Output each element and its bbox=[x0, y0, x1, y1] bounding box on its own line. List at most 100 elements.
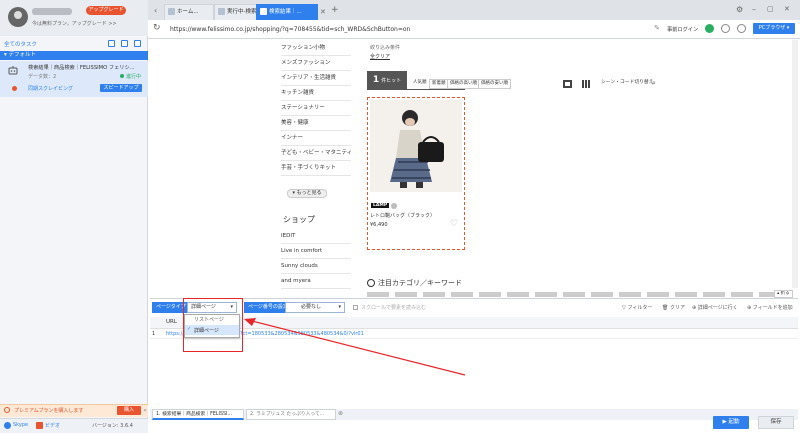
url-input[interactable]: https://www.felissimo.co.jp/shopping/?q=… bbox=[170, 26, 640, 33]
edit-icon[interactable]: ✎ bbox=[654, 24, 660, 32]
import-icon[interactable] bbox=[121, 40, 128, 47]
annotation-arrow bbox=[244, 318, 466, 376]
folder-default[interactable]: ▾ デフォルト bbox=[0, 51, 148, 60]
hit-count-badge: 1 件ヒット bbox=[367, 71, 407, 89]
page-icon bbox=[260, 8, 267, 15]
brand-logo: LAMP bbox=[371, 203, 390, 208]
close-icon[interactable]: ⊗ bbox=[338, 410, 343, 417]
avatar[interactable] bbox=[8, 7, 28, 27]
maximize-icon[interactable]: ▢ bbox=[767, 5, 774, 13]
save-button[interactable]: 保存 bbox=[758, 416, 794, 429]
product-price: ¥6,490 bbox=[370, 222, 388, 228]
list-view-icon[interactable] bbox=[582, 80, 591, 88]
info-icon bbox=[367, 279, 375, 287]
task-tab[interactable]: 2. ラミプリュス たっぷり入って... bbox=[246, 409, 336, 420]
show-more-button[interactable]: ▾ もっと見る bbox=[287, 189, 327, 198]
window-close-icon[interactable]: ✕ bbox=[784, 5, 790, 13]
tab-home[interactable]: ホーム... bbox=[164, 4, 214, 20]
export-icon[interactable] bbox=[134, 40, 141, 47]
page-icon bbox=[168, 8, 175, 15]
close-icon[interactable]: ✕ bbox=[143, 408, 147, 414]
username-blurred bbox=[32, 8, 72, 15]
hit-count: 1 bbox=[372, 75, 380, 85]
shop-item[interactable]: Live in comfort bbox=[281, 244, 351, 259]
clear-button[interactable]: 🗑 クリア bbox=[662, 304, 685, 311]
skype-icon bbox=[4, 422, 11, 429]
upgrade-button[interactable]: アップグレード bbox=[86, 6, 126, 15]
tab-label: ホーム... bbox=[177, 9, 199, 15]
shop-item[interactable]: IEDIT bbox=[281, 229, 351, 244]
settings-icon[interactable]: ⚙ bbox=[736, 5, 743, 14]
category-item[interactable]: インナー bbox=[281, 131, 351, 146]
sort-option[interactable]: 新着順 bbox=[429, 79, 449, 89]
back-arrow-icon[interactable]: ‹ bbox=[154, 6, 157, 15]
sort-option[interactable]: 価格の高い順 bbox=[447, 79, 480, 89]
minimize-icon[interactable]: – bbox=[752, 5, 756, 14]
plan-text[interactable]: 今は無料プラン，アップグレード >> bbox=[32, 20, 117, 27]
category-item[interactable]: キッチン雑貨 bbox=[281, 86, 351, 101]
running-status-dot bbox=[120, 74, 124, 78]
globe-icon[interactable] bbox=[721, 24, 730, 33]
add-field-label: フィールドを追加 bbox=[752, 305, 793, 311]
task-tab[interactable]: 1. 検索結果｜商品検索｜FELISSI... bbox=[152, 409, 244, 420]
fold-button[interactable]: ▴ 折る bbox=[774, 290, 793, 298]
go-detail-button[interactable]: ⊕ 詳細ページに行く bbox=[692, 304, 738, 311]
status-icon[interactable] bbox=[705, 24, 714, 33]
category-item[interactable]: メンズファッション bbox=[281, 56, 351, 71]
fold-label: 折る bbox=[780, 291, 790, 296]
shop-item[interactable]: and myera bbox=[281, 274, 351, 289]
category-item[interactable]: インテリア・生活雑貨 bbox=[281, 71, 351, 86]
sort-option[interactable]: 人気順 bbox=[411, 79, 429, 89]
reload-icon[interactable]: ↻ bbox=[153, 23, 161, 33]
scene-toggle[interactable]: シーン・コード切り替え bbox=[599, 79, 656, 89]
new-tab-icon[interactable]: + bbox=[331, 5, 339, 15]
pc-browser-label: PCブラウザ bbox=[758, 25, 786, 31]
favorite-heart-icon[interactable]: ♡ bbox=[450, 219, 458, 229]
category-item[interactable]: 手芸・手づくりキット bbox=[281, 161, 351, 176]
shop-item[interactable]: Sunny clouds bbox=[281, 259, 351, 274]
pre-login-button[interactable]: 事前ログイン bbox=[667, 26, 698, 33]
page-number-select[interactable]: 必要なし ▾ bbox=[285, 302, 345, 313]
tab-close-icon[interactable]: ✕ bbox=[320, 8, 326, 16]
search-icon[interactable]: ⌕ bbox=[652, 79, 656, 88]
start-button[interactable]: ▶ 起動 bbox=[713, 416, 749, 429]
cookie-icon[interactable] bbox=[737, 24, 746, 33]
speedup-button[interactable]: スピードアップ bbox=[100, 84, 142, 92]
highlight-box bbox=[183, 298, 243, 352]
premium-text: プレミアムプランを購入します bbox=[14, 408, 84, 414]
sort-option[interactable]: 価格の安い順 bbox=[478, 79, 511, 89]
task-title[interactable]: 検索結果｜商品検索｜FELISSIMO フェリシ... bbox=[28, 64, 144, 71]
skype-link[interactable]: Skype bbox=[13, 422, 28, 428]
keyword-chips[interactable] bbox=[367, 292, 787, 297]
scroll-checkbox[interactable] bbox=[353, 305, 358, 310]
pc-browser-select[interactable]: PCブラウザ ▾ bbox=[753, 23, 795, 34]
clear-all-link[interactable]: 全クリア bbox=[370, 53, 390, 60]
row-index: 1 bbox=[152, 331, 156, 337]
page-number-value: 必要なし bbox=[301, 304, 322, 310]
tab-search-results[interactable]: 検索結果｜... bbox=[256, 4, 318, 20]
scroll-label: スクロールで要素を読み込む bbox=[361, 305, 427, 311]
filter-label: フィルター bbox=[627, 305, 653, 311]
page-scrollbar[interactable] bbox=[792, 40, 798, 288]
email-link[interactable]: ビデオ bbox=[45, 422, 60, 429]
product-photo[interactable] bbox=[370, 100, 462, 192]
robot-icon bbox=[8, 65, 18, 75]
buy-button[interactable]: 購入 bbox=[117, 406, 141, 415]
new-task-icon[interactable] bbox=[108, 40, 115, 47]
all-tasks-label[interactable]: 全てのタスク bbox=[4, 40, 37, 48]
product-name[interactable]: レトロ鞄バッグ（ブラック） bbox=[370, 212, 435, 219]
filter-title: 絞り込み条件 bbox=[370, 45, 401, 51]
premium-icon bbox=[4, 407, 10, 413]
add-field-button[interactable]: ⊕ フィールドを追加 bbox=[747, 304, 793, 311]
email-icon bbox=[36, 422, 43, 429]
hit-suffix: 件ヒット bbox=[381, 78, 402, 84]
column-header-url[interactable]: URL bbox=[166, 319, 177, 325]
grid-view-icon[interactable] bbox=[563, 80, 572, 88]
filter-button[interactable]: ▽ フィルター bbox=[622, 304, 652, 311]
category-item[interactable]: 美容・健康 bbox=[281, 116, 351, 131]
task-mode: 同期スクレイピング bbox=[28, 86, 74, 92]
category-item[interactable]: 子ども・ベビー・マタニティ bbox=[281, 146, 351, 161]
category-item[interactable]: ステーショナリー bbox=[281, 101, 351, 116]
category-item[interactable]: ファッション小物 bbox=[281, 41, 351, 56]
version-label: バージョン: 3.6.4 bbox=[92, 423, 133, 429]
